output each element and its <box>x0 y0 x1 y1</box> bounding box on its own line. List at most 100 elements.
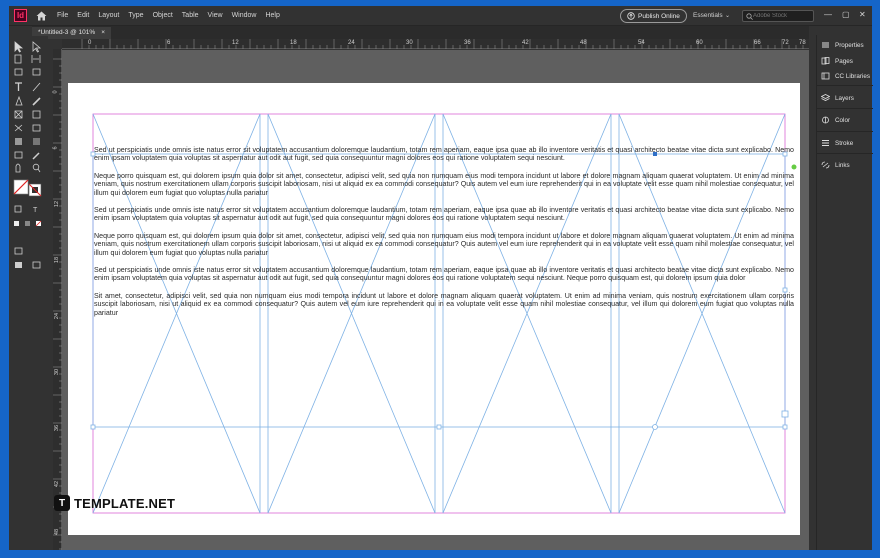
publish-online-button[interactable]: Publish Online <box>620 9 687 23</box>
panel-color[interactable]: Color <box>821 116 850 124</box>
content-placer-icon[interactable] <box>32 68 41 76</box>
search-icon <box>746 12 753 20</box>
ruler-label: 42 <box>54 480 61 488</box>
chevron-down-icon[interactable]: ⌄ <box>725 12 730 19</box>
direct-selection-icon[interactable] <box>32 41 42 53</box>
panel-label: Links <box>835 161 850 169</box>
pen-tool-icon[interactable] <box>15 95 23 106</box>
note-tool-icon[interactable] <box>14 151 23 159</box>
text-frame[interactable]: Sed ut perspiciatis unde omnis iste natu… <box>94 146 794 326</box>
preview-mode-icon[interactable] <box>15 262 22 268</box>
panel-divider <box>817 153 873 154</box>
minimize-icon[interactable]: — <box>824 10 832 19</box>
menu-object[interactable]: Object <box>153 12 173 19</box>
menu-table[interactable]: Table <box>182 12 199 19</box>
panel-pages[interactable]: Pages <box>821 57 853 65</box>
menu-view[interactable]: View <box>208 12 223 19</box>
apply-gradient-icon[interactable] <box>25 221 30 226</box>
properties-icon <box>821 41 830 49</box>
search-input[interactable] <box>753 13 813 19</box>
ruler-label: 60 <box>696 40 703 46</box>
menu-bar: Id File Edit Layout Type Object Table Vi… <box>9 6 872 26</box>
menu-edit[interactable]: Edit <box>77 12 89 19</box>
type-tool-icon[interactable] <box>15 82 22 91</box>
ruler-label: 24 <box>54 312 61 320</box>
panel-label: Pages <box>835 57 853 65</box>
zoom-tool-icon[interactable] <box>32 163 40 171</box>
ruler-label: 30 <box>54 368 61 376</box>
page-tool-icon[interactable] <box>14 54 22 64</box>
workspace-switcher[interactable]: Essentials <box>693 12 723 19</box>
close-window-icon[interactable]: ✕ <box>859 10 866 19</box>
ruler-label: 66 <box>754 40 761 46</box>
menu-layout[interactable]: Layout <box>98 12 119 19</box>
rectangle-tool-icon[interactable] <box>32 110 41 119</box>
paragraph: Sed ut perspiciatis unde omnis iste natu… <box>94 146 794 163</box>
ruler-label: 6 <box>167 40 171 46</box>
frame-handle[interactable] <box>90 424 96 430</box>
color-icon <box>821 116 830 124</box>
ruler-label: 42 <box>522 40 529 46</box>
upload-icon <box>627 12 635 20</box>
libraries-icon <box>821 72 830 80</box>
home-icon[interactable] <box>35 10 47 22</box>
close-tab-icon[interactable]: × <box>101 29 105 37</box>
panel-label: Properties <box>835 41 864 49</box>
stroke-icon <box>821 139 830 147</box>
ruler-label: 72 <box>782 40 789 46</box>
menu-help[interactable]: Help <box>265 12 279 19</box>
scissors-icon[interactable] <box>14 124 23 132</box>
gradient-swatch-icon[interactable] <box>15 138 22 145</box>
panel-label: Color <box>835 116 851 124</box>
template-logo-icon: T <box>54 495 70 511</box>
ruler-label: 36 <box>54 424 61 432</box>
line-tool-icon[interactable] <box>32 82 41 92</box>
links-icon <box>821 161 830 169</box>
horizontal-ruler[interactable]: 0 6 12 18 24 30 36 42 48 54 60 66 72 78 <box>62 39 809 49</box>
menu-window[interactable]: Window <box>232 12 257 19</box>
bleed-mode-icon[interactable] <box>32 261 41 269</box>
content-collector-icon[interactable] <box>14 68 23 76</box>
frame-handle[interactable] <box>436 424 442 430</box>
ruler-label: 0 <box>88 40 92 46</box>
stock-search[interactable] <box>742 10 814 22</box>
formatting-text-icon[interactable]: T <box>33 207 38 214</box>
fill-stroke-swatches[interactable] <box>13 179 42 197</box>
hand-tool-icon[interactable] <box>15 163 21 173</box>
menu-type[interactable]: Type <box>128 12 143 19</box>
ruler-label: 0 <box>52 90 59 94</box>
screen-mode-icon[interactable] <box>14 247 23 255</box>
free-transform-icon[interactable] <box>32 124 41 132</box>
apply-color-icon[interactable] <box>14 221 19 226</box>
indesign-logo: Id <box>14 9 27 22</box>
frame-handle[interactable] <box>782 424 788 430</box>
template-watermark: T TEMPLATE.NET <box>54 495 175 511</box>
panel-properties[interactable]: Properties <box>821 41 864 49</box>
pencil-tool-icon[interactable] <box>32 97 41 106</box>
panel-cc-libraries[interactable]: CC Libraries <box>821 72 870 80</box>
paragraph: Neque porro quisquam est, qui dolorem ip… <box>94 171 794 197</box>
panel-divider <box>817 131 873 132</box>
paragraph: Sit amet, consectetur, adipisci velit, s… <box>94 291 794 317</box>
out-port-handle[interactable] <box>781 410 789 418</box>
eyedropper-icon[interactable] <box>32 152 40 160</box>
vertical-ruler[interactable]: 0 6 12 18 24 30 36 42 48 <box>53 49 62 550</box>
maximize-icon[interactable]: ▢ <box>842 10 850 19</box>
ruler-label: 78 <box>799 40 806 46</box>
center-point-handle[interactable] <box>652 424 658 430</box>
gap-tool-icon[interactable] <box>31 55 41 63</box>
ruler-label: 18 <box>54 256 61 264</box>
document-tab-bar <box>32 26 809 39</box>
menu-file[interactable]: File <box>57 12 68 19</box>
panel-stroke[interactable]: Stroke <box>821 139 853 147</box>
paragraph: Neque porro quisquam est, qui dolorem ip… <box>94 231 794 257</box>
panel-divider <box>817 108 873 109</box>
panel-layers[interactable]: Layers <box>821 94 854 102</box>
ruler-label: 36 <box>464 40 471 46</box>
panel-links[interactable]: Links <box>821 161 850 169</box>
panel-divider <box>817 85 873 86</box>
template-watermark-text: TEMPLATE.NET <box>74 495 176 511</box>
gradient-feather-icon[interactable] <box>33 138 40 145</box>
formatting-container-icon[interactable] <box>14 205 22 213</box>
selection-tool-icon[interactable] <box>14 41 24 53</box>
